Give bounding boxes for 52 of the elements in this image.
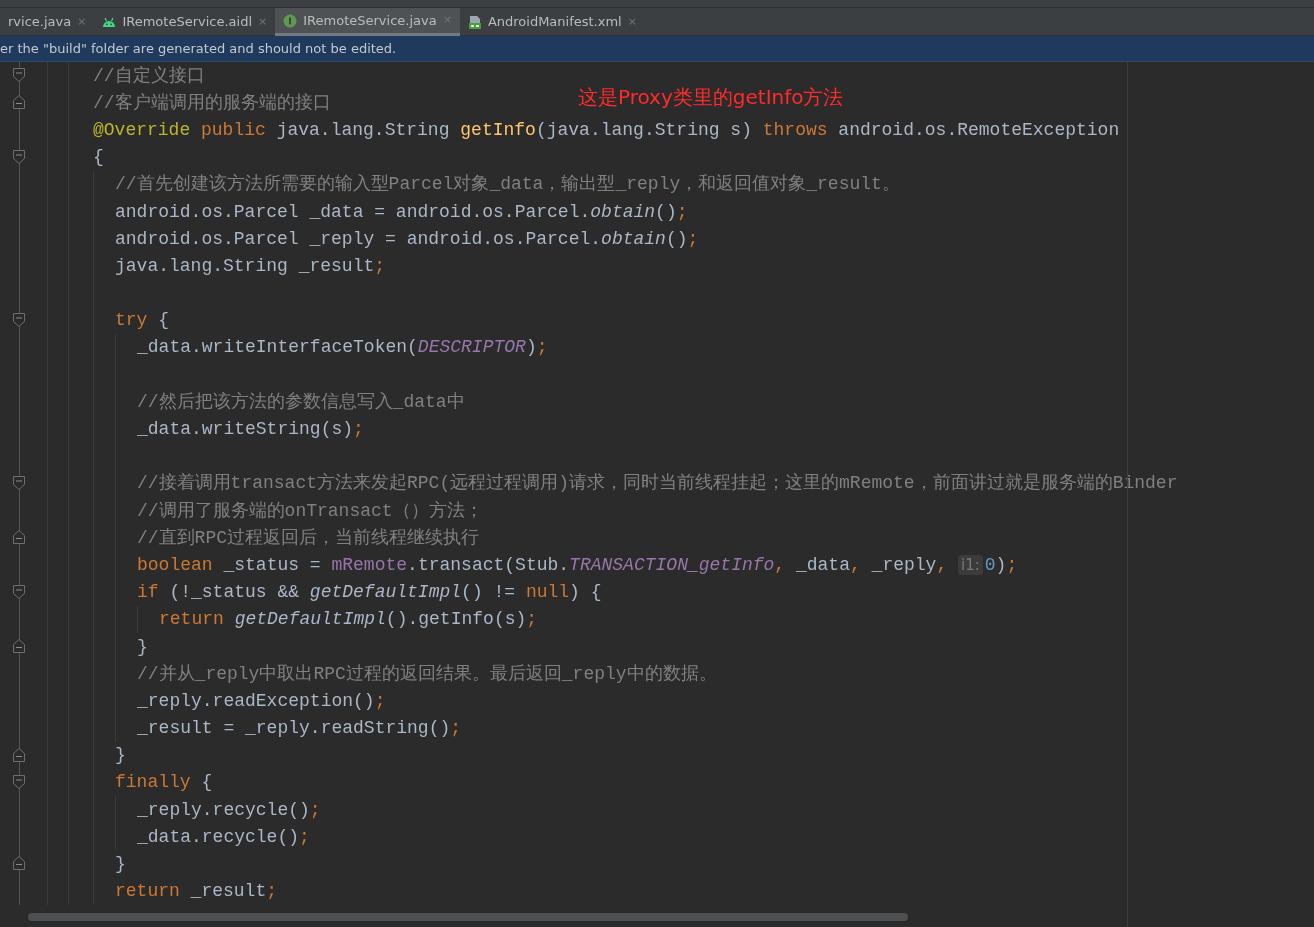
code-line: android.os.Parcel _reply = android.os.Parcel.obtain(); [115,227,699,251]
close-icon[interactable]: × [627,13,637,31]
fold-marker-icon[interactable] [13,638,25,653]
code-line: } [115,744,126,768]
fold-marker-icon[interactable] [13,475,25,490]
fold-marker-icon[interactable] [13,68,25,82]
fold-marker-icon[interactable] [13,856,25,871]
code-line: java.lang.String _result; [115,254,386,278]
editor-tab[interactable]: IRemoteService.java × [275,8,460,36]
close-icon[interactable]: × [77,13,87,31]
horizontal-scrollbar[interactable] [28,913,908,921]
editor-tab[interactable]: IRemoteService.aidl × [94,8,276,36]
code-comment: //调用了服务端的onTransact（）方法； [137,499,483,523]
code-line: } [115,853,126,877]
manifest-file-icon [467,14,482,30]
code-comment: //自定义接口 [93,64,205,88]
code-comment: //然后把该方法的参数信息写入_data中 [137,390,465,414]
code-line: _result = _reply.readString(); [137,717,462,741]
code-line: return getDefaultImpl().getInfo(s); [159,608,538,632]
android-icon [102,16,117,28]
fold-marker-icon[interactable] [13,312,25,327]
fold-marker-icon[interactable] [13,95,25,110]
editor-tab[interactable]: AndroidManifest.xml × [459,8,645,36]
close-icon[interactable]: × [258,13,268,31]
fold-marker-icon[interactable] [13,584,25,599]
editor-tab[interactable]: rvice.java × [0,8,95,36]
code-line: try { [115,309,169,333]
interface-file-icon [283,13,298,28]
annotation-text: 这是Proxy类里的getInfo方法 [578,84,844,111]
code-line: finally { [115,771,213,795]
code-line: _data.writeInterfaceToken(DESCRIPTOR); [137,336,548,360]
code-comment: //直到RPC过程返回后，当前线程继续执行 [137,526,479,550]
code-line: } [137,635,148,659]
code-line: _data.recycle(); [137,825,310,849]
fold-marker-icon[interactable] [13,747,25,762]
fold-marker-icon[interactable] [13,149,25,164]
banner-text: er the "build" folder are generated and should not be edited. [0,39,397,58]
code-line: @Override public java.lang.String getInfo(java.lang.String s) throws android.os.RemoteException [93,118,1120,142]
code-line: _reply.readException(); [137,689,386,713]
code-line: if (!_status && getDefaultImpl() != null) { [137,581,602,605]
fold-marker-icon[interactable] [13,774,25,789]
fold-marker-icon[interactable] [13,530,25,545]
code-line: _reply.recycle(); [137,798,321,822]
code-line: return _result; [115,880,278,904]
code-comment: //接着调用transact方法来发起RPC(远程过程调用)请求，同时当前线程挂起；这里的mRemote，前面讲过就是服务端的Binder [137,472,1178,496]
code-line: { [93,146,104,170]
code-line: _data.writeString(s); [137,418,364,442]
code-comment: //并从_reply中取出RPC过程的返回结果。最后返回_reply中的数据。 [137,662,717,686]
code-comment: //首先创建该方法所需要的输入型Parcel对象_data，输出型_reply，和返回值对象_result。 [115,173,900,197]
code-line: android.os.Parcel _data = android.os.Parcel.obtain(); [115,200,688,224]
code-comment: //客户端调用的服务端的接口 [93,91,331,115]
code-line: boolean _status = mRemote.transact(Stub.TRANSACTION_getInfo, _data, _reply, i1: 0); [137,553,1018,577]
